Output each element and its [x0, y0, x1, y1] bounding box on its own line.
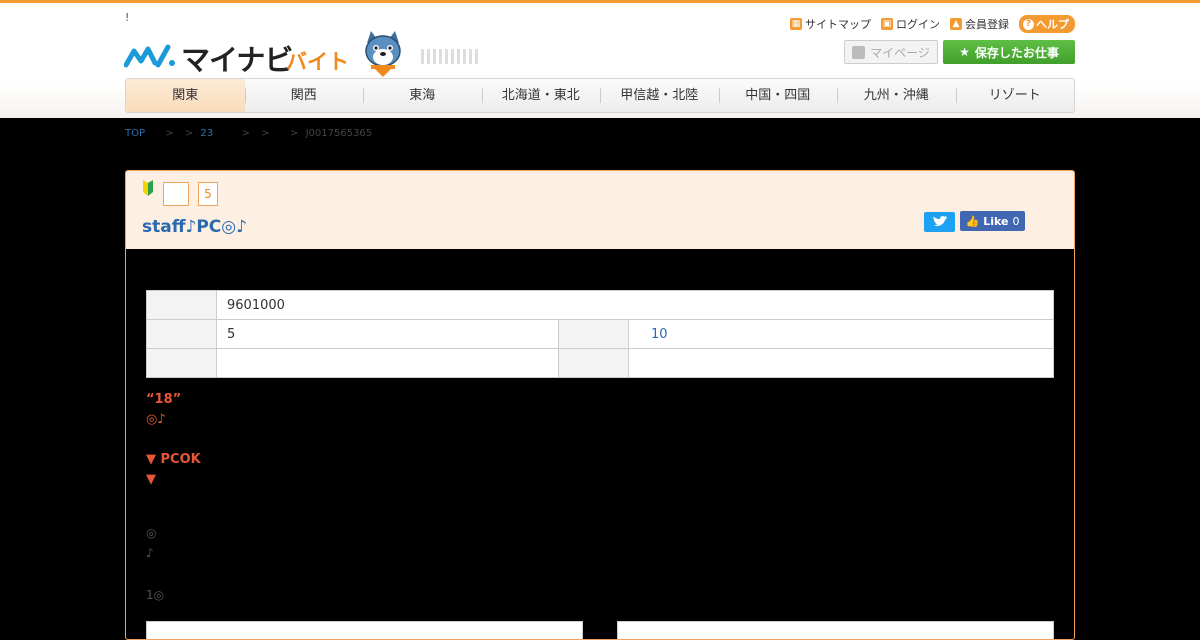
sitemap-label: サイトマップ: [805, 18, 871, 31]
question-icon: ?: [1023, 18, 1034, 30]
table-header-cell: [146, 290, 217, 320]
table-header-cell: [146, 319, 217, 349]
highlight-text: ◎♪: [146, 412, 166, 427]
nav-item-tokai[interactable]: 東海: [363, 79, 482, 112]
highlight-text: “18”: [146, 392, 182, 407]
help-button[interactable]: ? ヘルプ: [1019, 15, 1075, 33]
lock-icon: ▣: [881, 18, 893, 30]
job-info-table: 9601000 5 10: [146, 290, 1054, 378]
register-label: 会員登録: [965, 18, 1009, 31]
thumbs-up-icon: 👍: [965, 214, 980, 228]
breadcrumb: TOP > > 23 > > > J0017565365: [125, 128, 372, 139]
body-text: ◎: [146, 526, 157, 540]
breadcrumb-sep: >: [261, 128, 270, 139]
nav-item-koshinetsu-hokuriku[interactable]: 甲信越・北陸: [600, 79, 719, 112]
sub-panel-right: [617, 621, 1054, 639]
user-plus-icon: ▲: [950, 18, 962, 30]
table-header-cell: [558, 319, 629, 349]
highlight-text: ▼: [146, 472, 156, 487]
nav-item-resort[interactable]: リゾート: [955, 79, 1075, 112]
job-card: 5 staff♪PC◎♪ 👍 Like 0 9601000 5 10 “18” …: [125, 170, 1075, 640]
sitemap-icon: ▦: [790, 18, 802, 30]
logo-sub-text: バイト: [286, 50, 349, 74]
logo-mark-icon: [124, 44, 175, 68]
table-link-cell[interactable]: 10: [628, 319, 1054, 349]
nav-item-hokkaido-tohoku[interactable]: 北海道・東北: [481, 79, 601, 112]
login-link[interactable]: ▣ ログイン: [881, 16, 940, 32]
table-row: 9601000: [146, 290, 1054, 320]
breadcrumb-sep: >: [241, 128, 251, 139]
nav-item-chugoku-shikoku[interactable]: 中国・四国: [718, 79, 838, 112]
fb-like-label: Like: [983, 214, 1009, 228]
nav-item-kyushu-okinawa[interactable]: 九州・沖縄: [837, 79, 956, 112]
job-tag-box: [163, 182, 189, 206]
mypage-label: マイページ: [870, 45, 930, 60]
table-row: [146, 348, 1054, 378]
logo-main-text: マイナビ: [181, 43, 293, 77]
job-title: staff♪PC◎♪: [142, 217, 247, 237]
login-label: ログイン: [896, 18, 940, 31]
table-header-cell: [558, 348, 629, 378]
mypage-button[interactable]: マイページ: [844, 40, 938, 64]
table-header-cell: [146, 348, 217, 378]
table-cell: 9601000: [216, 290, 1054, 320]
job-card-header: 5 staff♪PC◎♪ 👍 Like 0: [126, 171, 1074, 249]
breadcrumb-top[interactable]: TOP: [125, 128, 145, 139]
twitter-bird-icon: [933, 216, 947, 226]
mascot-dog-icon: [365, 31, 401, 77]
body-text: 1◎: [146, 588, 165, 602]
breadcrumb-job-id: J0017565365: [305, 128, 373, 139]
table-cell: 5: [216, 319, 559, 349]
sitemap-link[interactable]: ▦ サイトマップ: [790, 16, 871, 32]
site-header: ! マイナビ バイト ▦ サイトマップ ▣ ログイン ▲ 会員登録 ? ヘルプ …: [0, 3, 1200, 118]
help-label: ヘルプ: [1036, 18, 1069, 31]
breadcrumb-sep: >: [184, 128, 194, 139]
saved-jobs-button[interactable]: ★ 保存したお仕事: [943, 40, 1075, 64]
twitter-share-button[interactable]: [924, 212, 955, 232]
person-icon: [852, 45, 866, 59]
beginner-mark-icon: [143, 180, 153, 196]
table-row: 5 10: [146, 319, 1054, 349]
job-tag-number: 5: [198, 182, 218, 206]
register-link[interactable]: ▲ 会員登録: [950, 16, 1009, 32]
body-text: ♪: [146, 546, 154, 560]
nav-item-kanto[interactable]: 関東: [126, 79, 245, 112]
utility-links: ▦ サイトマップ ▣ ログイン ▲ 会員登録 ? ヘルプ: [790, 15, 1075, 33]
facebook-like-button[interactable]: 👍 Like 0: [960, 211, 1025, 231]
header-notice: !: [125, 11, 130, 24]
fb-like-count: 0: [1012, 214, 1020, 228]
star-icon: ★: [959, 45, 970, 59]
breadcrumb-area[interactable]: 23: [201, 128, 214, 139]
saved-jobs-label: 保存したお仕事: [974, 45, 1059, 60]
loading-indicator: [421, 49, 478, 64]
region-nav: 関東 関西 東海 北海道・東北 甲信越・北陸 中国・四国 九州・沖縄 リゾート: [125, 78, 1075, 113]
table-cell: [216, 348, 559, 378]
highlight-text: ▼ PCOK: [146, 452, 201, 467]
sub-panel-left: [146, 621, 583, 639]
nav-item-kansai[interactable]: 関西: [244, 79, 364, 112]
table-cell: [628, 348, 1054, 378]
breadcrumb-sep: >: [290, 128, 299, 139]
breadcrumb-sep: >: [165, 128, 174, 139]
